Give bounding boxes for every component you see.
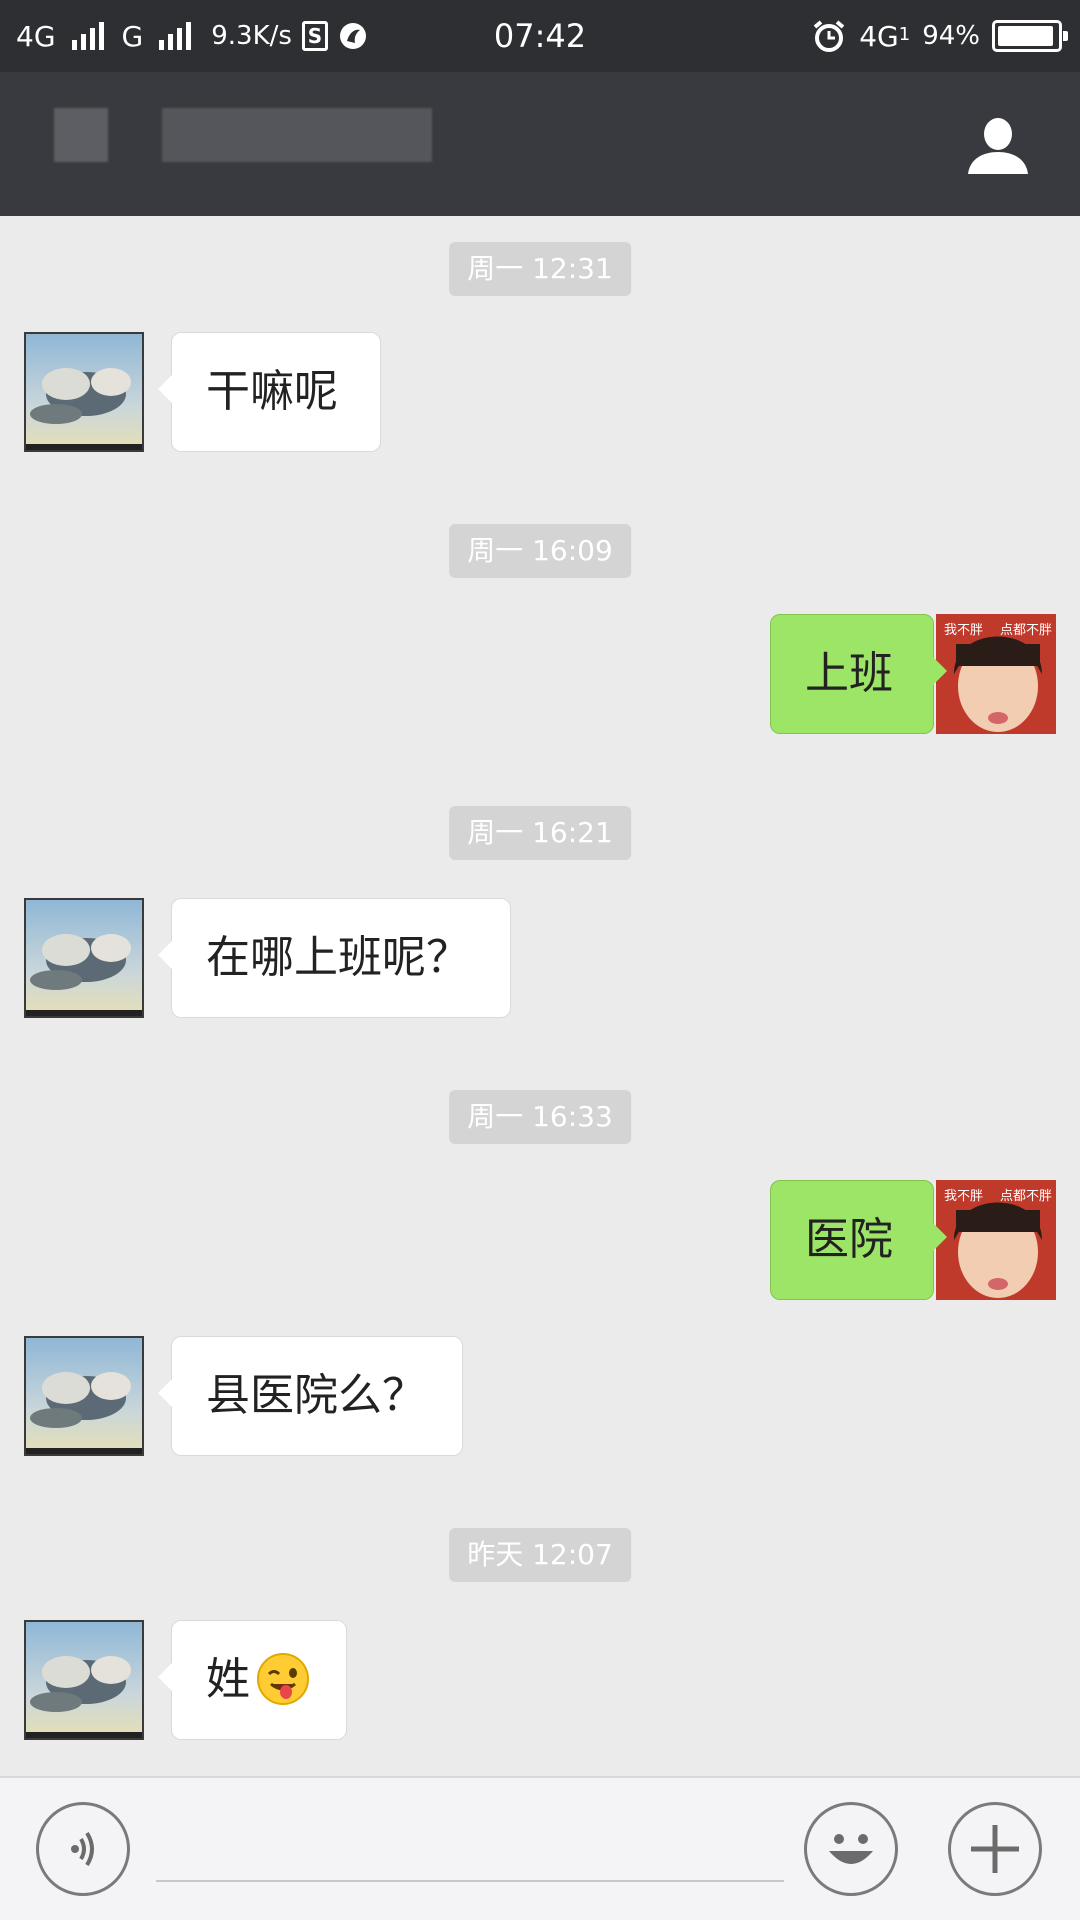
message-timestamp: 周一 12:31	[449, 242, 631, 296]
message-timestamp: 周一 16:33	[449, 1090, 631, 1144]
message-list[interactable]: 周一 12:31 干嘛呢 周一 16:09 我不胖 点都不胖 上班 周一 16:…	[0, 216, 1080, 1776]
voice-input-button[interactable]	[36, 1802, 130, 1896]
contact-avatar[interactable]	[24, 332, 144, 452]
message-input[interactable]	[156, 1818, 784, 1882]
sky-avatar-image	[26, 1338, 142, 1454]
message-timestamp: 周一 16:09	[449, 524, 631, 578]
contact-avatar[interactable]	[24, 1336, 144, 1456]
chat-header	[0, 72, 1080, 216]
my-avatar[interactable]: 我不胖 点都不胖	[936, 614, 1056, 734]
girl-avatar-image: 我不胖 点都不胖	[936, 1180, 1056, 1300]
avatar-caption-left: 我不胖	[944, 1189, 983, 1204]
girl-avatar-image: 我不胖 点都不胖	[936, 614, 1056, 734]
sky-avatar-image	[26, 900, 142, 1016]
winking-face-with-tongue-icon	[257, 1653, 309, 1705]
incoming-message-bubble[interactable]: 在哪上班呢？	[158, 898, 511, 1018]
my-avatar[interactable]: 我不胖 点都不胖	[936, 1180, 1056, 1300]
outgoing-message-bubble[interactable]: 上班	[770, 614, 947, 734]
contact-avatar[interactable]	[24, 898, 144, 1018]
contact-profile-button[interactable]	[966, 112, 1030, 176]
message-timestamp: 昨天 12:07	[449, 1528, 631, 1582]
emoji-button[interactable]	[804, 1802, 898, 1896]
contact-avatar[interactable]	[24, 1620, 144, 1740]
more-options-button[interactable]	[948, 1802, 1042, 1896]
incoming-message-bubble[interactable]: 姓	[158, 1620, 347, 1740]
voice-icon	[71, 1831, 94, 1867]
battery-icon	[992, 20, 1068, 52]
status-right: 4G 1 94%	[811, 14, 1068, 58]
alarm-icon	[813, 20, 845, 52]
avatar-caption-right: 点都不胖	[1000, 623, 1052, 638]
message-text: 干嘛呢	[206, 366, 338, 417]
person-icon	[968, 118, 1028, 174]
sky-avatar-image	[26, 1622, 142, 1738]
message-text: 县医院么？	[206, 1370, 426, 1421]
sky-avatar-image	[26, 334, 142, 450]
avatar-caption-left: 我不胖	[944, 623, 983, 638]
plus-icon	[971, 1825, 1019, 1873]
outgoing-message-bubble[interactable]: 医院	[770, 1180, 947, 1300]
avatar-caption-right: 点都不胖	[1000, 1189, 1052, 1204]
message-text: 医院	[805, 1214, 893, 1265]
message-text: 上班	[805, 648, 893, 699]
redacted-block	[162, 108, 432, 162]
message-text: 姓	[206, 1654, 250, 1705]
message-timestamp: 周一 16:21	[449, 806, 631, 860]
smiley-icon	[829, 1834, 873, 1864]
battery-fill	[998, 26, 1053, 46]
message-text: 在哪上班呢？	[206, 932, 470, 983]
status-bar: 4G G 9.3K/s S 07:42 4G 1 94%	[0, 0, 1080, 72]
incoming-message-bubble[interactable]: 县医院么？	[158, 1336, 463, 1456]
battery-percent: 94%	[922, 21, 980, 51]
redacted-block	[54, 108, 108, 162]
network-type-3: 4G 1	[859, 19, 911, 53]
incoming-message-bubble[interactable]: 干嘛呢	[158, 332, 381, 452]
input-bar	[0, 1776, 1080, 1920]
